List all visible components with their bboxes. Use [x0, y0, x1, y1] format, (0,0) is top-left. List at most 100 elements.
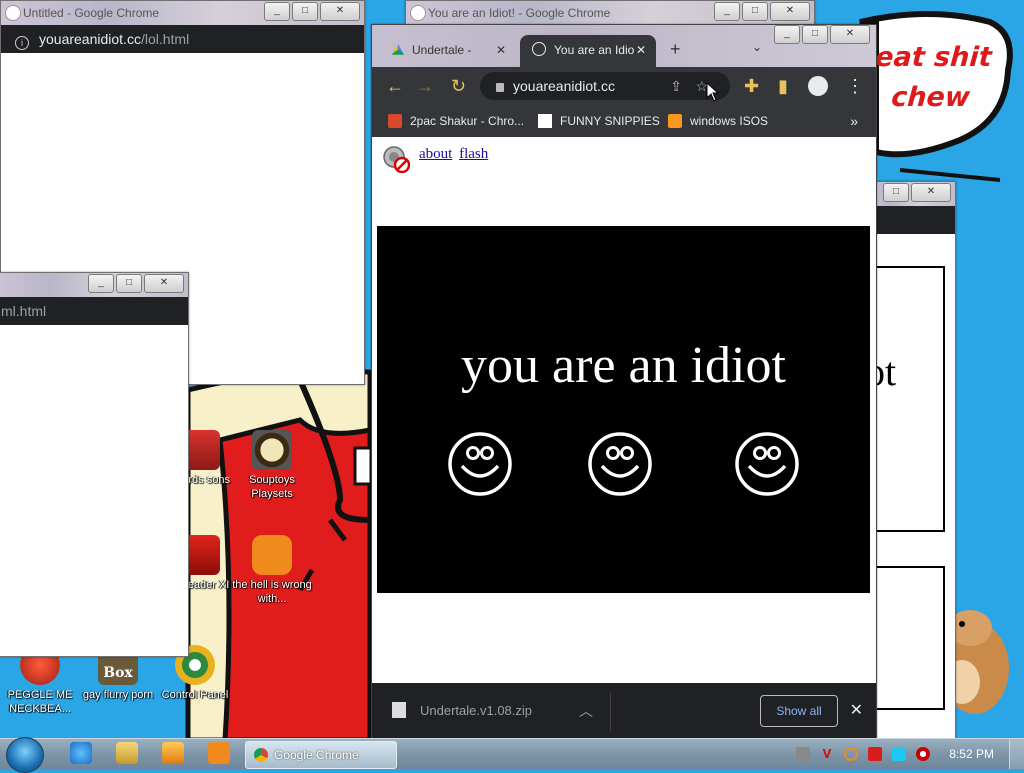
bookmark-label: windows ISOS: [690, 114, 769, 128]
show-all-button[interactable]: Show all: [760, 695, 838, 727]
bookmark-2pac[interactable]: 2pac Shakur - Chro...: [388, 105, 524, 137]
omnibox[interactable]: youareanidiot.cc ⇪ ☆: [480, 72, 730, 100]
internet-explorer-icon[interactable]: [70, 742, 92, 764]
about-link[interactable]: about: [419, 146, 452, 162]
side-panel-icon[interactable]: ▮: [778, 76, 788, 96]
url-path: /lol.html: [140, 31, 190, 47]
smiley-favicon-icon: [410, 5, 426, 21]
tab-label: Undertale -: [412, 43, 472, 57]
desktop-icon-label: Control Panel: [161, 689, 229, 701]
desktop-icon-label: the hell is wrong with...: [232, 579, 312, 605]
close-tab-icon[interactable]: ✕: [636, 35, 646, 65]
menu-kebab-icon[interactable]: ⋮: [846, 76, 864, 96]
page-content: about flash you are an idiot: [372, 137, 876, 683]
close-button[interactable]: ✕: [770, 2, 810, 21]
flash-blocked-icon: [383, 146, 410, 173]
profile-avatar-icon[interactable]: [808, 76, 828, 96]
desktop-icon-label: PEGGLE ME NECKBEA...: [7, 689, 73, 715]
window-controls: _ □ ✕: [714, 2, 810, 21]
url-host: youareanidiot.cc: [39, 31, 141, 47]
browser-toolbar: ← → ↻ youareanidiot.cc ⇪ ☆ ✚ ▮ ⋮: [372, 67, 876, 105]
address-bar[interactable]: i youareanidiot.cc/lol.html: [1, 25, 364, 53]
uc-browser-taskbar-icon[interactable]: [208, 742, 230, 764]
desktop-icon-uc-browser[interactable]: the hell is wrong with...: [232, 535, 312, 606]
small-chrome-window[interactable]: _ □ ✕ ml.html: [0, 272, 189, 657]
address-bar[interactable]: ml.html: [0, 297, 188, 325]
bookmark-windows-isos[interactable]: windows ISOS: [668, 105, 768, 137]
flash-link[interactable]: flash: [459, 146, 488, 162]
window-controls: _ □ ✕: [88, 274, 184, 293]
v-tray-icon[interactable]: V: [820, 747, 834, 761]
smiley-face-icon: [448, 432, 512, 496]
bookmark-label: FUNNY SNIPPIES: [560, 114, 660, 128]
close-button[interactable]: ✕: [320, 2, 360, 21]
extensions-puzzle-icon[interactable]: ✚: [744, 76, 759, 96]
ph-icon: [668, 114, 682, 128]
maximize-button[interactable]: □: [742, 2, 768, 21]
minimize-button[interactable]: _: [714, 2, 740, 21]
idiot-headline: you are an idiot: [461, 337, 786, 394]
drive-icon: [392, 44, 404, 55]
close-tab-icon[interactable]: ✕: [496, 35, 506, 65]
tab-you-are-an-idiot[interactable]: You are an Idio ✕: [520, 35, 656, 67]
flag-tray-icon[interactable]: [868, 747, 882, 761]
bookmarks-bar: 2pac Shakur - Chro... FUNNY SNIPPIES win…: [372, 105, 876, 137]
taskbar: Google Chrome V 8:52 PM: [0, 737, 1024, 773]
omnibox-url: youareanidiot.cc: [513, 78, 615, 94]
close-button[interactable]: ✕: [830, 25, 870, 44]
download-filename: Undertale.v1.08.zip: [420, 703, 533, 718]
window-title: You are an Idiot! - Google Chrome: [428, 6, 611, 20]
minimize-button[interactable]: _: [264, 2, 290, 21]
window-controls: _ □ ✕: [774, 25, 870, 44]
divider: [610, 693, 611, 731]
maximize-button[interactable]: □: [292, 2, 318, 21]
close-button[interactable]: ✕: [911, 183, 951, 202]
desktop-icon-souptoys[interactable]: Souptoys Playsets: [232, 430, 312, 501]
tab-undertale[interactable]: Undertale - ✕: [380, 35, 516, 67]
volume-tray-icon[interactable]: [916, 747, 930, 761]
taskbar-chrome-button[interactable]: Google Chrome: [245, 741, 397, 769]
bookmarks-more-button[interactable]: »: [850, 105, 858, 137]
bookmark-label: 2pac Shakur - Chro...: [410, 114, 525, 128]
smiley-face-icon: [735, 432, 799, 496]
taskbar-app-label: Google Chrome: [274, 748, 359, 762]
speech-bubble-text: eat shit chew: [869, 38, 995, 118]
desktop-icon-label: Souptoys Playsets: [249, 474, 295, 500]
mouse-cursor-icon: [706, 82, 720, 102]
maximize-button[interactable]: □: [116, 274, 142, 293]
close-icon[interactable]: ✕: [850, 697, 863, 725]
new-tab-button[interactable]: +: [670, 39, 681, 60]
tab-strip: Undertale - ✕ You are an Idio ✕ + ⌄ _ □ …: [372, 25, 876, 67]
maximize-button[interactable]: □: [883, 183, 909, 202]
monitor-tray-icon[interactable]: [892, 747, 906, 761]
main-chrome-window[interactable]: Undertale - ✕ You are an Idio ✕ + ⌄ _ □ …: [371, 24, 877, 742]
taskbar-clock[interactable]: 8:52 PM: [949, 739, 994, 769]
chevron-up-icon[interactable]: ︿: [579, 697, 593, 725]
close-button[interactable]: ✕: [144, 274, 184, 293]
minimize-button[interactable]: _: [88, 274, 114, 293]
tab-search-icon[interactable]: ⌄: [752, 40, 762, 54]
music-icon: [388, 114, 402, 128]
download-item[interactable]: Undertale.v1.08.zip: [392, 697, 532, 725]
tab-label: You are an Idio: [554, 43, 635, 57]
share-icon[interactable]: ⇪: [670, 72, 682, 100]
show-desktop-button[interactable]: [1009, 739, 1024, 769]
speech-line-2: chew: [890, 82, 971, 113]
search-tray-icon[interactable]: [844, 747, 858, 761]
media-player-icon[interactable]: [162, 742, 184, 764]
info-icon[interactable]: i: [15, 36, 29, 50]
idiot-animation-stage[interactable]: you are an idiot: [377, 226, 870, 593]
network-tray-icon[interactable]: [796, 747, 810, 761]
uc-browser-icon: [252, 535, 292, 575]
zip-file-icon: [392, 702, 406, 718]
reload-icon[interactable]: ↻: [451, 76, 466, 96]
maximize-button[interactable]: □: [802, 25, 828, 44]
minimize-button[interactable]: _: [774, 25, 800, 44]
bookmark-funny-snippies[interactable]: FUNNY SNIPPIES: [538, 105, 660, 137]
forward-arrow-icon[interactable]: →: [416, 76, 434, 96]
lock-icon[interactable]: [496, 83, 504, 92]
content-links: about flash: [419, 146, 491, 163]
smiley-favicon-icon: [532, 42, 546, 56]
back-arrow-icon[interactable]: ←: [386, 76, 404, 96]
file-explorer-icon[interactable]: [116, 742, 138, 764]
